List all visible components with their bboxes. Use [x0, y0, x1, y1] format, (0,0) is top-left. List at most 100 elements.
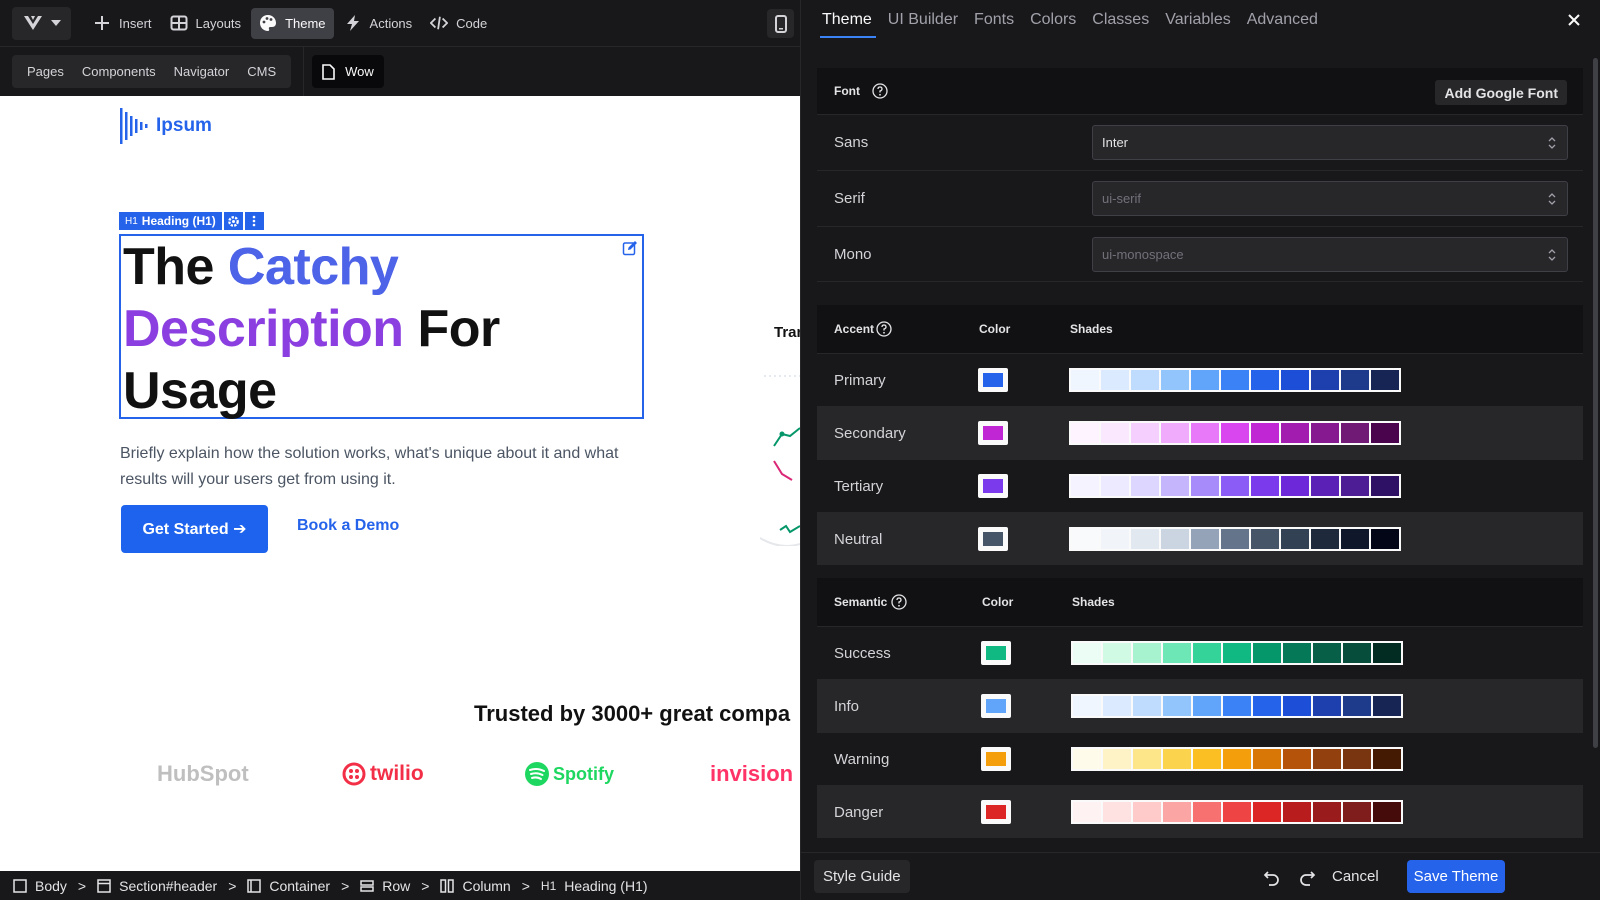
help-icon[interactable] [872, 83, 888, 99]
book-demo-link[interactable]: Book a Demo [297, 517, 399, 535]
toolbar-actions[interactable]: Actions [336, 8, 421, 39]
semantic-color-swatch[interactable] [981, 747, 1011, 771]
shade-swatch[interactable] [1223, 802, 1251, 822]
shade-swatch[interactable] [1253, 749, 1281, 769]
font-select-sans[interactable]: Inter [1092, 125, 1568, 160]
shade-swatch[interactable] [1073, 749, 1101, 769]
shade-swatch[interactable] [1311, 370, 1339, 390]
get-started-button[interactable]: Get Started ➔ [121, 505, 268, 553]
theme-settings-scroll[interactable]: Font Add Google Font Sans Inter Serif ui… [801, 52, 1600, 852]
semantic-color-swatch[interactable] [981, 800, 1011, 824]
shade-swatch[interactable] [1161, 476, 1189, 496]
shade-swatch[interactable] [1191, 423, 1219, 443]
save-theme-button[interactable]: Save Theme [1407, 860, 1505, 893]
shade-swatch[interactable] [1193, 749, 1221, 769]
shade-swatch[interactable] [1221, 423, 1249, 443]
design-canvas[interactable]: Ipsum H1 Heading (H1) The Catchy Descrip… [0, 96, 800, 871]
semantic-color-swatch[interactable] [981, 641, 1011, 665]
add-google-font-button[interactable]: Add Google Font [1435, 80, 1567, 105]
tab-navigator[interactable]: Navigator [165, 64, 239, 79]
shade-swatch[interactable] [1253, 802, 1281, 822]
shade-swatch[interactable] [1193, 643, 1221, 663]
shade-swatch[interactable] [1131, 370, 1159, 390]
shade-swatch[interactable] [1251, 423, 1279, 443]
shade-swatch[interactable] [1161, 370, 1189, 390]
shade-swatch[interactable] [1131, 476, 1159, 496]
toolbar-layouts[interactable]: Layouts [162, 8, 250, 39]
shade-swatch[interactable] [1193, 802, 1221, 822]
shade-swatch[interactable] [1341, 476, 1369, 496]
shade-swatch[interactable] [1103, 696, 1131, 716]
tab-variables[interactable]: Variables [1165, 0, 1231, 40]
shade-swatch[interactable] [1131, 529, 1159, 549]
shade-swatch[interactable] [1221, 370, 1249, 390]
breadcrumb-body[interactable]: Body [13, 878, 67, 894]
shade-swatch[interactable] [1371, 370, 1399, 390]
panel-scrollbar[interactable] [1593, 58, 1598, 748]
shade-swatch[interactable] [1163, 802, 1191, 822]
shade-swatch[interactable] [1071, 476, 1099, 496]
shade-swatch[interactable] [1281, 423, 1309, 443]
tab-ui-builder[interactable]: UI Builder [888, 0, 958, 40]
shade-swatch[interactable] [1283, 802, 1311, 822]
accent-color-swatch[interactable] [978, 474, 1008, 498]
shade-swatch[interactable] [1341, 370, 1369, 390]
shade-swatch[interactable] [1343, 749, 1371, 769]
shade-swatch[interactable] [1313, 643, 1341, 663]
help-icon[interactable] [876, 321, 892, 337]
element-settings-button[interactable] [223, 212, 243, 230]
tab-components[interactable]: Components [73, 64, 165, 79]
device-toggle-button[interactable] [767, 9, 794, 38]
shade-swatch[interactable] [1343, 802, 1371, 822]
tab-theme[interactable]: Theme [820, 0, 876, 40]
shade-swatch[interactable] [1371, 423, 1399, 443]
shade-swatch[interactable] [1071, 370, 1099, 390]
shade-swatch[interactable] [1283, 696, 1311, 716]
shade-swatch[interactable] [1073, 696, 1101, 716]
shade-swatch[interactable] [1311, 529, 1339, 549]
tab-colors[interactable]: Colors [1030, 0, 1076, 40]
close-icon[interactable] [1566, 12, 1582, 28]
redo-icon[interactable] [1298, 868, 1316, 886]
shade-swatch[interactable] [1103, 643, 1131, 663]
tab-cms[interactable]: CMS [238, 64, 285, 79]
shade-swatch[interactable] [1313, 802, 1341, 822]
shade-swatch[interactable] [1251, 476, 1279, 496]
shade-swatch[interactable] [1373, 643, 1401, 663]
shade-swatch[interactable] [1341, 529, 1369, 549]
shade-swatch[interactable] [1103, 802, 1131, 822]
breadcrumb-heading[interactable]: H1 Heading (H1) [541, 878, 648, 894]
shade-swatch[interactable] [1073, 802, 1101, 822]
shade-swatch[interactable] [1343, 696, 1371, 716]
shade-swatch[interactable] [1373, 802, 1401, 822]
shade-swatch[interactable] [1191, 370, 1219, 390]
shade-swatch[interactable] [1101, 476, 1129, 496]
current-page-selector[interactable]: Wow [312, 55, 384, 88]
shade-swatch[interactable] [1131, 423, 1159, 443]
shade-swatch[interactable] [1281, 476, 1309, 496]
toolbar-theme[interactable]: Theme [251, 7, 334, 39]
shade-swatch[interactable] [1133, 749, 1161, 769]
shade-swatch[interactable] [1221, 476, 1249, 496]
shade-swatch[interactable] [1133, 643, 1161, 663]
shade-swatch[interactable] [1373, 696, 1401, 716]
breadcrumb-section[interactable]: Section#header [97, 878, 217, 894]
shade-swatch[interactable] [1281, 370, 1309, 390]
tab-advanced[interactable]: Advanced [1247, 0, 1318, 40]
shade-swatch[interactable] [1163, 749, 1191, 769]
shade-swatch[interactable] [1311, 476, 1339, 496]
style-guide-button[interactable]: Style Guide [814, 860, 910, 893]
shade-swatch[interactable] [1311, 423, 1339, 443]
shade-swatch[interactable] [1371, 476, 1399, 496]
shade-swatch[interactable] [1161, 529, 1189, 549]
semantic-color-swatch[interactable] [981, 694, 1011, 718]
shade-swatch[interactable] [1163, 643, 1191, 663]
shade-swatch[interactable] [1281, 529, 1309, 549]
shade-swatch[interactable] [1101, 529, 1129, 549]
toolbar-code[interactable]: Code [422, 8, 495, 39]
shade-swatch[interactable] [1223, 696, 1251, 716]
tab-fonts[interactable]: Fonts [974, 0, 1014, 40]
shade-swatch[interactable] [1341, 423, 1369, 443]
shade-swatch[interactable] [1343, 643, 1371, 663]
shade-swatch[interactable] [1223, 749, 1251, 769]
